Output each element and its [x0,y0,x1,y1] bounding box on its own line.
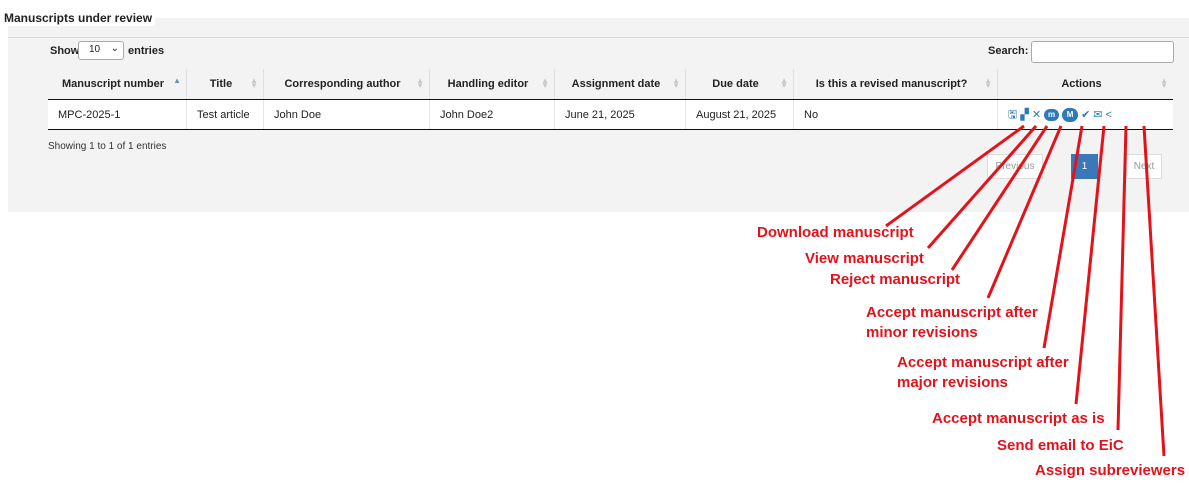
chevron-down-icon: ⌄ [110,43,119,54]
sort-icon: ▲ ▼ [1160,76,1168,90]
annotation-view: View manuscript [805,250,924,267]
previous-button[interactable]: Previous [987,154,1043,179]
pagination: Previous 1 Next [987,154,1164,181]
entries-label: entries [128,45,165,57]
times-icon[interactable]: ✕ [1032,109,1041,121]
annotation-download: Download manuscript [757,224,914,241]
check-icon[interactable]: ✔ [1081,109,1090,121]
annotation-major-line2: major revisions [897,374,1008,391]
sort-icon: ▲ ▼ [250,76,258,90]
table-row: MPC-2025-1 Test article John Doe John Do… [48,99,1173,130]
search-label: Search: [988,45,1029,57]
legend-divider [8,37,1189,38]
annotation-minor-line1: Accept manuscript after [866,304,1038,321]
table-header-row: Manuscript number ▲ Title ▲ ▼ Corresponding… [48,69,1173,100]
table-info: Showing 1 to 1 of 1 entries [48,141,167,152]
cell-title: Test article [186,99,264,130]
column-header-corresponding-author[interactable]: Corresponding author ▲ ▼ [263,69,430,100]
major-revision-m-icon[interactable]: M [1062,107,1079,122]
annotation-minor-line2: minor revisions [866,324,978,341]
show-label: Show [50,45,80,57]
column-header-title[interactable]: Title ▲ ▼ [186,69,264,100]
cell-due-date: August 21, 2025 [685,99,794,130]
entries-per-page-value: 10 [89,44,101,55]
share-icon[interactable]: < [1106,109,1112,121]
sort-icon: ▲ ▼ [780,76,788,90]
annotation-as-is: Accept manuscript as is [932,410,1105,427]
sort-icon: ▲ ▼ [541,76,549,90]
annotation-major-line1: Accept manuscript after [897,354,1069,371]
sort-icon: ▲ ▼ [672,76,680,90]
cell-assignment-date: June 21, 2025 [554,99,686,130]
column-header-due-date[interactable]: Due date ▲ ▼ [685,69,794,100]
manuscripts-table: Manuscript number ▲ Title ▲ ▼ Corresponding… [48,69,1173,130]
cell-manuscript-number: MPC-2025-1 [48,99,187,130]
column-header-assignment-date[interactable]: Assignment date ▲ ▼ [554,69,686,100]
binoculars-icon[interactable]: ▞ [1020,109,1028,121]
next-button[interactable]: Next [1126,154,1162,179]
minor-revision-m-icon[interactable]: m [1044,108,1060,121]
page-1-button[interactable]: 1 [1071,154,1098,179]
panel-legend: Manuscripts under review [2,10,156,26]
download-icon[interactable]: 🖫 [1008,109,1017,121]
search-input[interactable] [1031,41,1174,63]
annotation-subreviewers: Assign subreviewers [1035,462,1186,479]
cell-handling-editor: John Doe2 [429,99,555,130]
column-header-handling-editor[interactable]: Handling editor ▲ ▼ [429,69,555,100]
cell-actions: 🖫 ▞ ✕ m M ✔ ✉ < [997,99,1173,130]
sort-icon: ▲ ▼ [416,76,424,90]
sort-icon: ▲ ▼ [984,76,992,90]
column-header-revised[interactable]: Is this a revised manuscript? ▲ ▼ [793,69,998,100]
envelope-icon[interactable]: ✉ [1093,109,1102,121]
annotation-reject: Reject manuscript [830,271,961,288]
entries-per-page-select[interactable]: 10 ⌄ [78,41,124,60]
column-header-manuscript-number[interactable]: Manuscript number ▲ [48,69,187,100]
sort-ascending-icon: ▲ [173,76,181,85]
cell-corresponding-author: John Doe [263,99,430,130]
cell-revised: No [793,99,998,130]
annotation-email: Send email to EiC [997,437,1124,454]
column-header-actions[interactable]: Actions ▲ ▼ [997,69,1173,100]
